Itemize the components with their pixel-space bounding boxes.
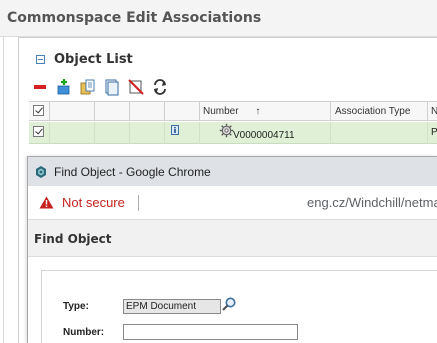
row-number-link[interactable]: V0000004711 (233, 130, 295, 141)
add-icon (57, 79, 70, 95)
dialog-header: Commonspace Edit Associations (0, 0, 437, 37)
windchill-icon (36, 166, 46, 178)
number-input[interactable] (123, 324, 298, 340)
browser-address-bar[interactable]: Not secure eng.cz/Windchill/netmarkets (28, 186, 437, 220)
column-label-number: Number (203, 106, 239, 117)
row-association-type-cell (331, 122, 428, 144)
find-object-browser-window: Find Object - Google Chrome Not secure e… (27, 156, 437, 343)
search-icon[interactable] (221, 296, 237, 312)
url-host-blank (149, 206, 307, 207)
column-header[interactable] (50, 102, 95, 121)
number-label: Number: (63, 327, 105, 338)
browser-titlebar[interactable]: Find Object - Google Chrome (28, 157, 437, 186)
find-object-title: Find Object (34, 232, 112, 246)
sort-ascending-icon: ↑ (255, 106, 261, 117)
add-button[interactable] (55, 78, 73, 96)
dialog-title: Commonspace Edit Associations (7, 10, 262, 26)
row-info-cell (165, 122, 200, 144)
column-header-number[interactable]: Number ↑ (200, 102, 331, 121)
row-cell (95, 122, 130, 144)
remove-icon (34, 85, 46, 89)
warning-icon[interactable] (39, 196, 54, 209)
address-separator (138, 195, 139, 211)
select-all-cell (29, 102, 50, 121)
url-visible-text: eng.cz/Windchill/netmarkets (307, 195, 437, 210)
column-header[interactable] (95, 102, 130, 121)
collapse-icon[interactable] (36, 55, 45, 64)
copy-icon (105, 79, 119, 96)
select-all-checkbox[interactable] (33, 105, 44, 116)
browser-window-title: Find Object - Google Chrome (54, 165, 211, 179)
clear-button[interactable] (127, 78, 145, 96)
table-row[interactable]: V0000004711 PH (29, 122, 437, 144)
object-list-title: Object List (54, 52, 133, 67)
not-secure-label[interactable]: Not secure (62, 195, 125, 210)
column-header[interactable] (165, 102, 200, 121)
column-header[interactable] (130, 102, 165, 121)
divider (3, 37, 4, 343)
find-object-header: Find Object (28, 220, 437, 257)
column-header-name[interactable]: Name (428, 102, 437, 121)
clear-icon (128, 79, 144, 95)
row-name-cell: PH (431, 127, 437, 138)
row-checkbox[interactable] (33, 126, 44, 137)
type-label: Type: (63, 301, 89, 312)
copy-button[interactable] (103, 78, 121, 96)
row-number-cell: V0000004711 (200, 122, 331, 144)
object-list-header: Object List (19, 38, 437, 74)
column-header-association-type[interactable]: Association Type (331, 102, 428, 121)
row-cell (50, 122, 95, 144)
remove-button[interactable] (31, 78, 49, 96)
paste-button[interactable] (79, 78, 97, 96)
row-cell (130, 122, 165, 144)
search-criteria-panel: Type: EPM Document Number: (41, 270, 437, 343)
url-text[interactable]: eng.cz/Windchill/netmarkets (149, 195, 437, 210)
paste-icon (80, 79, 95, 95)
info-icon[interactable] (171, 125, 179, 135)
browser-content: Find Object Type: EPM Document Number: (28, 220, 437, 343)
gear-icon (219, 123, 234, 138)
type-value-field[interactable]: EPM Document (123, 299, 221, 314)
refresh-button[interactable] (151, 78, 169, 96)
refresh-icon (154, 79, 166, 95)
row-select-cell (29, 122, 50, 144)
table-header: Number ↑ Association Type Name (29, 101, 437, 121)
